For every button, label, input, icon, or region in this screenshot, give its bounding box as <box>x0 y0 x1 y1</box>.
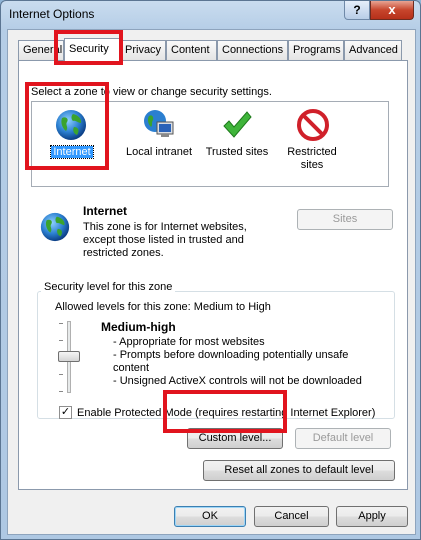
intranet-icon <box>144 110 174 137</box>
sites-button[interactable]: Sites <box>297 209 393 230</box>
apply-button[interactable]: Apply <box>336 506 408 527</box>
level-name: Medium-high <box>101 320 176 334</box>
tab-privacy[interactable]: Privacy <box>122 40 166 60</box>
checkmark-icon <box>223 111 252 138</box>
zone-description: This zone is for Internet websites, exce… <box>83 221 247 259</box>
tab-programs[interactable]: Programs <box>288 40 344 60</box>
reset-all-zones-button[interactable]: Reset all zones to default level <box>203 460 395 481</box>
zone-name: Internet <box>83 204 128 218</box>
security-slider-thumb[interactable] <box>58 351 80 362</box>
close-button[interactable]: x <box>370 1 414 20</box>
zone-label: Local intranet <box>125 146 193 158</box>
window-title: Internet Options <box>9 7 95 21</box>
default-level-button[interactable]: Default level <box>295 428 391 449</box>
zone-label: Trusted sites <box>205 146 269 158</box>
tab-advanced[interactable]: Advanced <box>344 40 402 60</box>
no-entry-icon <box>297 109 329 141</box>
tab-content[interactable]: Content <box>166 40 217 60</box>
highlight-security-tab <box>54 30 123 65</box>
highlight-custom-level <box>163 390 287 433</box>
tab-connections[interactable]: Connections <box>217 40 288 60</box>
cancel-button[interactable]: Cancel <box>254 506 329 527</box>
level-description: - Appropriate for most websites - Prompt… <box>113 336 362 387</box>
help-button[interactable]: ? <box>344 1 370 20</box>
protected-mode-checkbox[interactable]: ✓ <box>59 406 72 419</box>
security-level-title: Security level for this zone <box>41 281 176 293</box>
ok-button[interactable]: OK <box>174 506 246 527</box>
internet-options-window: Internet Options ? x General Security Pr… <box>0 0 421 540</box>
globe-icon <box>40 212 70 242</box>
zone-label-line2: sites <box>300 159 324 171</box>
allowed-levels-text: Allowed levels for this zone: Medium to … <box>55 301 271 313</box>
highlight-internet-zone <box>25 82 109 170</box>
zone-label: Restricted <box>287 146 337 158</box>
title-bar[interactable]: Internet Options ? x <box>1 1 420 29</box>
